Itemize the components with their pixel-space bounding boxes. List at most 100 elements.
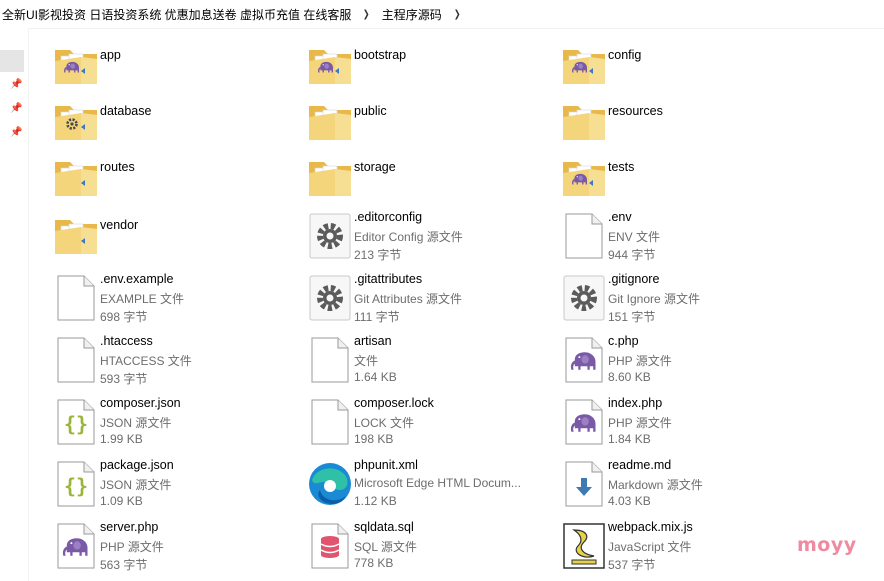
file-type: Markdown 源文件 (608, 478, 703, 492)
folder-name: config (608, 48, 642, 62)
file-type: Git Ignore 源文件 (608, 292, 701, 306)
breadcrumb-current-folder[interactable]: 主程序源码 (380, 6, 444, 23)
file-item[interactable]: .editorconfig Editor Config 源文件 213 字节 (306, 210, 546, 268)
file-type: Editor Config 源文件 (354, 230, 463, 244)
svg-text:{}: {} (64, 412, 88, 436)
json-file-icon: {} (52, 460, 100, 508)
database-file-icon (306, 522, 354, 570)
file-name: index.php (608, 396, 663, 410)
file-icon (306, 398, 354, 446)
navigation-pane: 📌 📌 📌 (0, 28, 29, 581)
file-item[interactable]: .env ENV 文件 944 字节 (560, 210, 800, 268)
settings-file-icon (560, 274, 608, 322)
file-item[interactable]: .gitattributes Git Attributes 源文件 111 字节 (306, 272, 546, 330)
folder-icon (560, 96, 608, 144)
folder-icon (560, 40, 608, 88)
file-type: HTACCESS 文件 (100, 354, 192, 368)
file-type: 文件 (354, 354, 379, 368)
nav-selected-item[interactable] (0, 50, 24, 72)
file-size: 151 字节 (608, 310, 656, 324)
file-size: 198 KB (354, 432, 394, 446)
folder-item[interactable]: database (52, 96, 292, 150)
file-size: 778 KB (354, 556, 394, 570)
file-type: ENV 文件 (608, 230, 661, 244)
settings-file-icon (306, 212, 354, 260)
file-icon (52, 274, 100, 322)
file-size: 537 字节 (608, 558, 656, 572)
file-size: 698 字节 (100, 310, 148, 324)
folder-item[interactable]: vendor (52, 210, 292, 264)
file-name: .gitignore (608, 272, 660, 286)
folder-name: bootstrap (354, 48, 407, 62)
folder-icon (52, 96, 100, 144)
json-file-icon: {} (52, 398, 100, 446)
file-size: 4.03 KB (608, 494, 651, 508)
file-size: 1.84 KB (608, 432, 651, 446)
pin-icon[interactable]: 📌 (10, 80, 22, 90)
folder-item[interactable]: storage (306, 152, 546, 206)
chevron-right-icon[interactable]: ❯ (446, 9, 467, 20)
file-item[interactable]: readme.md Markdown 源文件 4.03 KB (560, 458, 800, 516)
folder-name: storage (354, 160, 396, 174)
file-item[interactable]: .gitignore Git Ignore 源文件 151 字节 (560, 272, 800, 330)
file-type: JSON 源文件 (100, 416, 172, 430)
file-name: .env.example (100, 272, 174, 286)
watermark: moyy (797, 534, 857, 556)
folder-item[interactable]: public (306, 96, 546, 150)
folder-icon (306, 96, 354, 144)
file-name: phpunit.xml (354, 458, 418, 472)
file-item[interactable]: webpack.mix.js JavaScript 文件 537 字节 (560, 520, 800, 578)
file-name: readme.md (608, 458, 672, 472)
file-item[interactable]: .htaccess HTACCESS 文件 593 字节 (52, 334, 292, 392)
file-type: Microsoft Edge HTML Docum... (354, 476, 521, 490)
file-size: 1.99 KB (100, 432, 143, 446)
file-icon (52, 336, 100, 384)
chevron-right-icon[interactable]: ❯ (356, 9, 377, 20)
breadcrumb-parent-folder[interactable]: 全新UI影视投资 日语投资系统 优惠加息送卷 虚拟币充值 在线客服 (0, 6, 353, 23)
folder-item[interactable]: app (52, 40, 292, 94)
file-type: JSON 源文件 (100, 478, 172, 492)
folder-icon (306, 40, 354, 88)
file-type: PHP 源文件 (100, 540, 164, 554)
file-item[interactable]: server.php PHP 源文件 563 字节 (52, 520, 292, 578)
pin-icon[interactable]: 📌 (10, 128, 22, 138)
file-icon (306, 336, 354, 384)
file-item[interactable]: c.php PHP 源文件 8.60 KB (560, 334, 800, 392)
file-item[interactable]: .env.example EXAMPLE 文件 698 字节 (52, 272, 292, 330)
edge-browser-icon (306, 460, 354, 508)
file-name: composer.lock (354, 396, 434, 410)
file-type: JavaScript 文件 (608, 540, 692, 554)
file-name: .env (608, 210, 632, 224)
file-size: 8.60 KB (608, 370, 651, 384)
folder-icon (306, 152, 354, 200)
folder-name: routes (100, 160, 135, 174)
folder-item[interactable]: bootstrap (306, 40, 546, 94)
file-name: server.php (100, 520, 159, 534)
file-item[interactable]: {} composer.json JSON 源文件 1.99 KB (52, 396, 292, 454)
file-item[interactable]: index.php PHP 源文件 1.84 KB (560, 396, 800, 454)
folder-item[interactable]: resources (560, 96, 800, 150)
file-type: Git Attributes 源文件 (354, 292, 463, 306)
file-item[interactable]: composer.lock LOCK 文件 198 KB (306, 396, 546, 454)
file-icon (560, 212, 608, 260)
file-item[interactable]: artisan 文件 1.64 KB (306, 334, 546, 392)
folder-item[interactable]: routes (52, 152, 292, 206)
folder-item[interactable]: config (560, 40, 800, 94)
pin-icon[interactable]: 📌 (10, 104, 22, 114)
file-type: SQL 源文件 (354, 540, 417, 554)
file-name: sqldata.sql (354, 520, 414, 534)
file-item[interactable]: phpunit.xml Microsoft Edge HTML Docum... 1… (306, 458, 546, 516)
file-name: .htaccess (100, 334, 153, 348)
settings-file-icon (306, 274, 354, 322)
folder-item[interactable]: tests (560, 152, 800, 206)
file-item[interactable]: sqldata.sql SQL 源文件 778 KB (306, 520, 546, 578)
file-name: package.json (100, 458, 174, 472)
file-type: EXAMPLE 文件 (100, 292, 185, 306)
folder-icon (52, 152, 100, 200)
file-item[interactable]: {} package.json JSON 源文件 1.09 KB (52, 458, 292, 516)
file-name: composer.json (100, 396, 181, 410)
markdown-file-icon (560, 460, 608, 508)
address-bar[interactable]: 全新UI影视投资 日语投资系统 优惠加息送卷 虚拟币充值 在线客服 ❯ 主程序源… (0, 0, 884, 29)
php-file-icon (560, 398, 608, 446)
javascript-file-icon (560, 522, 608, 570)
